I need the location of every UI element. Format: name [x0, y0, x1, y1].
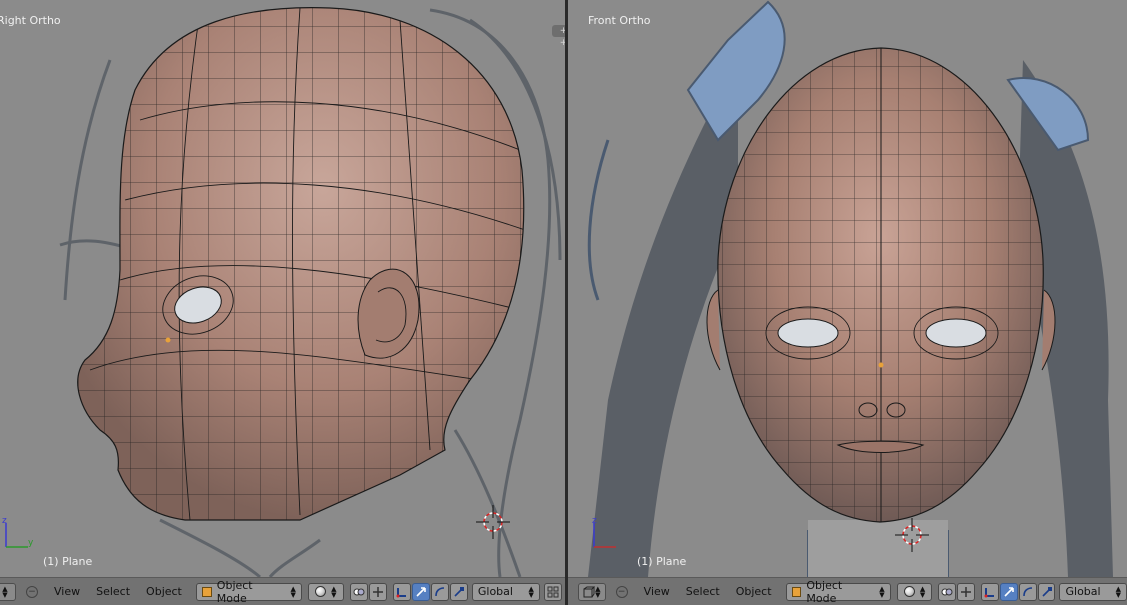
menu-object[interactable]: Object — [138, 585, 190, 598]
mesh-wireframe-left — [77, 7, 524, 521]
right-viewport-header: ▲ ▼ − View Select Object Object Mode ▲ ▼ ▲… — [568, 577, 1127, 605]
pivot-point-button[interactable] — [349, 582, 368, 601]
view3d-icon — [583, 586, 596, 597]
orientation-label-right: Global — [1065, 585, 1101, 598]
translate-icon — [1004, 586, 1014, 597]
scale-manipulator-button-right[interactable] — [1037, 582, 1056, 601]
pivot-icon — [353, 588, 365, 595]
manipulator-icon — [984, 587, 995, 597]
transform-orientation-dropdown-right[interactable]: Global ▲ ▼ — [1059, 582, 1127, 601]
menu-object-right[interactable]: Object — [728, 585, 780, 598]
editor-type-button-right[interactable]: ▲ ▼ — [578, 582, 606, 601]
right-viewport-title: Front Ortho — [588, 14, 651, 27]
sphere-icon — [315, 586, 327, 597]
mode-dropdown-right[interactable]: Object Mode ▲ ▼ — [785, 579, 891, 605]
axis-gizmo-right: z — [592, 517, 616, 548]
menu-select-right[interactable]: Select — [678, 585, 728, 598]
viewport-shading-dropdown-right[interactable]: ▲ ▼ — [896, 582, 933, 601]
dropdown-arrows-icon: ▲ ▼ — [528, 584, 534, 599]
translate-icon — [416, 586, 426, 597]
viewport-shading-dropdown[interactable]: ▲ ▼ — [307, 582, 344, 601]
orientation-label: Global — [477, 585, 513, 598]
left-viewport-header: ▲ ▼ − View Select Object Object Mode ▲ ▼ ▲… — [0, 577, 565, 605]
mode-dropdown[interactable]: Object Mode ▲ ▼ — [195, 579, 302, 605]
translate-manipulator-button[interactable] — [411, 582, 430, 601]
area-split-handle[interactable]: + + — [552, 25, 565, 48]
collapse-menu-icon[interactable]: − — [26, 585, 38, 598]
rotate-manipulator-button[interactable] — [430, 582, 449, 601]
axis-gizmo-left: z y — [2, 517, 34, 548]
scale-manipulator-button[interactable] — [449, 582, 468, 601]
right-3d-viewport[interactable]: Front Ortho z (1) Plane — [568, 0, 1127, 577]
cube-icon — [791, 586, 802, 597]
mode-dropdown-label: Object Mode — [216, 578, 253, 605]
left-3d-viewport[interactable]: Right Ortho + + z y (1) Plane — [0, 0, 565, 577]
pivot-toggle-button-right[interactable] — [957, 582, 976, 601]
editor-type-button[interactable]: ▲ ▼ — [0, 582, 16, 601]
pivot-icon — [941, 588, 953, 595]
menu-select[interactable]: Select — [88, 585, 138, 598]
right-active-object-label: (1) Plane — [637, 555, 687, 568]
pivot-toggle-icon — [372, 586, 383, 597]
sphere-icon — [903, 586, 915, 597]
menu-view[interactable]: View — [46, 585, 88, 598]
axis-z-label: z — [2, 517, 7, 526]
layers-icon — [547, 586, 559, 597]
manipulator-toggle-button[interactable] — [392, 582, 411, 601]
pivot-toggle-icon — [961, 586, 972, 597]
rotate-icon — [1022, 586, 1032, 596]
eye-shape-right-right — [925, 318, 987, 348]
manipulator-icon — [396, 587, 406, 597]
eye-shape-right-left — [777, 318, 839, 348]
scale-icon — [1041, 586, 1052, 597]
left-viewport-title: Right Ortho — [0, 14, 61, 27]
collapse-menu-icon-right[interactable]: − — [615, 585, 628, 598]
manipulator-toggle-button-right[interactable] — [981, 582, 999, 601]
dropdown-arrows-icon: ▲ ▼ — [290, 584, 296, 599]
rotate-manipulator-button-right[interactable] — [1018, 582, 1037, 601]
left-viewport-canvas[interactable] — [0, 0, 565, 577]
rotate-icon — [435, 586, 444, 596]
cube-icon — [201, 586, 212, 597]
right-viewport-canvas[interactable] — [568, 0, 1127, 577]
mode-dropdown-label-right: Object Mode — [806, 578, 843, 605]
left-active-object-label: (1) Plane — [43, 555, 93, 568]
object-origin-left — [165, 337, 171, 343]
axis-z-label-right: z — [592, 517, 597, 526]
menu-view-right[interactable]: View — [636, 585, 678, 598]
layer-button[interactable] — [543, 582, 562, 601]
translate-manipulator-button-right[interactable] — [999, 582, 1018, 601]
axis-y-label: y — [28, 538, 34, 548]
mesh-wireframe-right — [717, 48, 1044, 522]
dropdown-arrows-icon: ▲ ▼ — [879, 584, 885, 599]
dropdown-arrows-icon: ▲ ▼ — [1115, 584, 1121, 599]
pivot-toggle-button[interactable] — [368, 582, 387, 601]
pivot-point-button-right[interactable] — [938, 582, 957, 601]
transform-orientation-dropdown[interactable]: Global ▲ ▼ — [471, 582, 540, 601]
object-origin-right — [878, 362, 884, 368]
scale-icon — [454, 586, 464, 597]
